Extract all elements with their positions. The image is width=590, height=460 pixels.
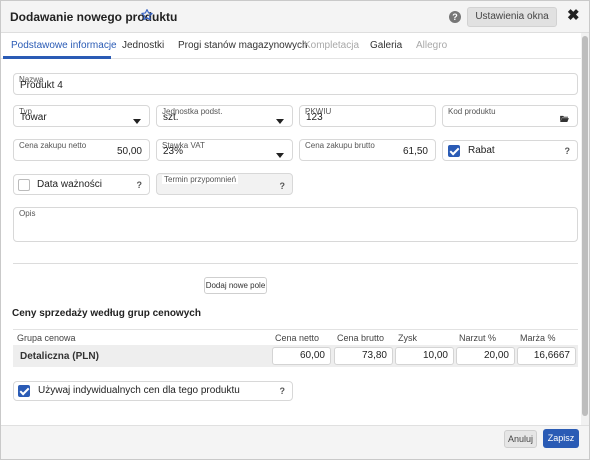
active-tab-indicator xyxy=(3,56,111,59)
column-header: Grupa cenowa xyxy=(17,333,76,343)
individual-prices-checkbox[interactable] xyxy=(18,385,30,397)
purchase-net-field[interactable]: Cena zakupu netto 50,00 xyxy=(13,139,150,161)
discount-checkbox[interactable] xyxy=(448,145,460,157)
unit-select[interactable]: Jednostka podst. szt. xyxy=(156,105,293,127)
help-icon[interactable]: ? xyxy=(280,181,286,191)
gross-price-input[interactable]: 73,80 xyxy=(334,347,393,365)
unit-value: szt. xyxy=(163,112,179,123)
reminder-label: Termin przypomnień xyxy=(162,175,239,184)
table-row: Detaliczna (PLN) 60,00 73,80 10,00 20,00… xyxy=(13,345,578,367)
description-textarea[interactable]: Opis xyxy=(13,207,578,242)
vat-rate-select[interactable]: Stawka VAT 23% xyxy=(156,139,293,161)
cancel-button[interactable]: Anuluj xyxy=(504,430,537,448)
net-price-input[interactable]: 60,00 xyxy=(272,347,331,365)
purchase-gross-label: Cena zakupu brutto xyxy=(305,141,375,150)
type-select[interactable]: Typ Towar xyxy=(13,105,150,127)
expiry-checkbox[interactable] xyxy=(18,179,30,191)
help-icon[interactable]: ? xyxy=(137,180,143,190)
individual-prices-toggle[interactable]: Używaj indywidualnych cen dla tego produ… xyxy=(13,381,293,401)
pkwiu-field[interactable]: PKWIU 123 xyxy=(299,105,436,127)
expiry-label: Data ważności xyxy=(37,179,103,190)
section-divider xyxy=(13,263,578,264)
reminder-field[interactable]: Termin przypomnień ? xyxy=(156,173,293,195)
discount-toggle[interactable]: Rabat ? xyxy=(442,140,578,161)
window-settings-button[interactable]: Ustawienia okna xyxy=(467,7,557,27)
dialog-titlebar: Dodawanie nowego produktu ? Ustawienia o… xyxy=(1,1,589,33)
tab-basic-info[interactable]: Podstawowe informacje xyxy=(11,40,117,51)
purchase-gross-value: 61,50 xyxy=(402,146,428,157)
individual-prices-label: Używaj indywidualnych cen dla tego produ… xyxy=(38,385,240,396)
type-value: Towar xyxy=(20,112,47,123)
dialog-footer xyxy=(1,425,589,459)
vat-rate-value: 23% xyxy=(163,146,184,157)
product-code-field[interactable]: Kod produktu xyxy=(442,105,578,127)
purchase-gross-field[interactable]: Cena zakupu brutto 61,50 xyxy=(299,139,436,161)
close-icon[interactable]: ✖ xyxy=(567,8,580,24)
help-icon[interactable]: ? xyxy=(280,386,286,396)
scrollbar-thumb[interactable] xyxy=(582,36,588,416)
tab-allegro[interactable]: Allegro xyxy=(416,40,447,51)
column-header: Narzut % xyxy=(459,333,497,343)
price-group-name: Detaliczna (PLN) xyxy=(20,351,99,362)
profit-input[interactable]: 10,00 xyxy=(395,347,454,365)
tab-gallery[interactable]: Galeria xyxy=(370,40,402,51)
folder-open-icon[interactable] xyxy=(560,115,569,122)
column-header: Zysk xyxy=(398,333,417,343)
discount-label: Rabat xyxy=(468,145,495,156)
purchase-net-value: 50,00 xyxy=(116,146,142,157)
name-field[interactable]: Nazwa Produkt 4 xyxy=(13,73,578,95)
column-header: Cena netto xyxy=(275,333,320,343)
markup-input[interactable]: 20,00 xyxy=(456,347,515,365)
pkwiu-value: 123 xyxy=(306,112,323,123)
add-field-button[interactable]: Dodaj nowe pole xyxy=(204,277,267,294)
help-icon[interactable]: ? xyxy=(565,146,571,156)
prices-table-header: Grupa cenowa Cena netto Cena brutto Zysk… xyxy=(13,329,578,344)
chevron-down-icon xyxy=(276,153,284,158)
tab-bar: Podstawowe informacje Jednostki Progi st… xyxy=(1,33,581,59)
save-button[interactable]: Zapisz xyxy=(543,429,579,448)
expiry-toggle[interactable]: Data ważności ? xyxy=(13,174,150,195)
tab-units[interactable]: Jednostki xyxy=(122,40,164,51)
prices-section-title: Ceny sprzedaży według grup cenowych xyxy=(12,308,201,319)
tab-stock-thresholds[interactable]: Progi stanów magazynowych xyxy=(178,40,308,51)
name-value: Produkt 4 xyxy=(20,80,63,91)
favorite-star-icon[interactable] xyxy=(140,8,154,22)
chevron-down-icon xyxy=(133,119,141,124)
margin-input[interactable]: 16,6667 xyxy=(517,347,576,365)
column-header: Marża % xyxy=(520,333,556,343)
purchase-net-label: Cena zakupu netto xyxy=(19,141,87,150)
add-product-dialog: Dodawanie nowego produktu ? Ustawienia o… xyxy=(0,0,590,460)
product-code-label: Kod produktu xyxy=(448,107,496,116)
help-icon[interactable]: ? xyxy=(449,11,461,23)
tab-bundling[interactable]: Kompletacja xyxy=(304,40,359,51)
description-label: Opis xyxy=(19,209,36,218)
column-header: Cena brutto xyxy=(337,333,385,343)
chevron-down-icon xyxy=(276,119,284,124)
